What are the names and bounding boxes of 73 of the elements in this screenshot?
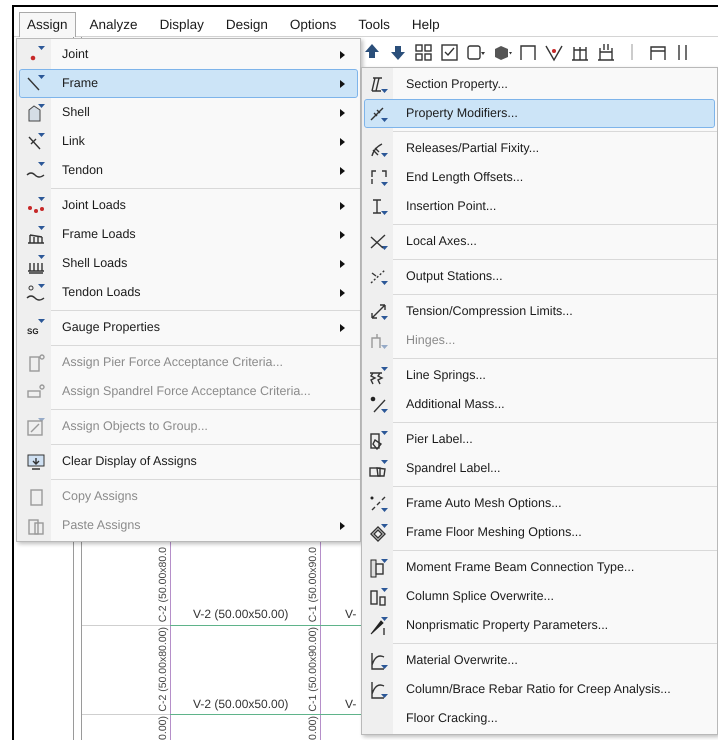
wave-icon: [26, 160, 46, 180]
menu-item[interactable]: Additional Mass...: [364, 390, 715, 419]
splice-icon: [369, 586, 389, 606]
spring-icon: [369, 366, 389, 386]
menu-item[interactable]: Nonprismatic Property Parameters...: [364, 611, 715, 640]
monitor-icon: [26, 452, 46, 472]
point-load-icon: [26, 196, 46, 216]
menu-item[interactable]: SG Gauge Properties: [19, 313, 358, 342]
menu-item[interactable]: Frame Floor Meshing Options...: [364, 518, 715, 547]
menu-item[interactable]: Joint: [19, 40, 358, 69]
column-label: C-1 (50.00x90.00): [307, 627, 319, 712]
menu-bar-item[interactable]: Design: [218, 12, 276, 37]
menu-item[interactable]: Tendon Loads: [19, 278, 358, 307]
menu-item[interactable]: Material Overwrite...: [364, 646, 715, 675]
menu-item[interactable]: End Length Offsets...: [364, 163, 715, 192]
menu-item[interactable]: Frame Loads: [19, 220, 358, 249]
menu-item[interactable]: Pier Label...: [364, 425, 715, 454]
beam-label: V-: [345, 607, 356, 621]
menu-item[interactable]: Moment Frame Beam Connection Type...: [364, 553, 715, 582]
menu-item[interactable]: Tension/Compression Limits...: [364, 297, 715, 326]
stress-curve-icon: [369, 650, 389, 670]
menu-item[interactable]: Joint Loads: [19, 191, 358, 220]
label-icon: [369, 458, 389, 478]
load-frame-icon[interactable]: [596, 42, 617, 62]
menu-item[interactable]: Insertion Point...: [364, 192, 715, 221]
menu-item[interactable]: Clear Display of Assigns: [19, 447, 358, 476]
column-label: C-2 (50.00x80.00): [157, 627, 169, 712]
group-icon: [26, 416, 46, 436]
diamond-icon: [369, 522, 389, 542]
frame-load-icon: [26, 224, 46, 244]
menu-item[interactable]: Spandrel Label...: [364, 454, 715, 483]
column-label: C-1 (50.00x90.0: [307, 546, 319, 622]
menu-bar-item[interactable]: Assign: [19, 12, 76, 37]
menu-item[interactable]: Floor Cracking...: [364, 704, 715, 733]
menu-item[interactable]: Line Springs...: [364, 361, 715, 390]
menu-item[interactable]: Shell: [19, 98, 358, 127]
menu-item[interactable]: Section Property...: [364, 70, 715, 99]
menu-bar-item[interactable]: Display: [152, 12, 212, 37]
panel-icon: [26, 102, 46, 122]
menu-item[interactable]: Link: [19, 127, 358, 156]
taper-icon: [369, 616, 389, 636]
connection-icon: [369, 558, 389, 578]
beam-label: V-2 (50.00x50.00): [193, 607, 288, 621]
menu-item[interactable]: Output Stations...: [364, 262, 715, 291]
column-label: 0.00): [307, 716, 319, 740]
menu-item[interactable]: Local Axes...: [364, 227, 715, 256]
wave-load-icon: [26, 282, 46, 302]
stress-curve-icon: [369, 680, 389, 700]
menu-item[interactable]: Column/Brace Rebar Ratio for Creep Analysis...: [364, 675, 715, 704]
mass-icon: [369, 394, 389, 414]
axes-icon: [369, 232, 389, 252]
menu-item[interactable]: Shell Loads: [19, 249, 358, 278]
bracket-icon: [369, 168, 389, 188]
menu-item[interactable]: Frame: [19, 69, 358, 98]
menu-item[interactable]: Property Modifiers...: [364, 99, 715, 128]
column-label: 0.00): [157, 716, 169, 740]
menu-item[interactable]: Releases/Partial Fixity...: [364, 134, 715, 163]
menu-bar-item[interactable]: Options: [282, 12, 344, 37]
mesh-line-icon: [369, 494, 389, 514]
double-arrow-icon: [369, 302, 389, 322]
menu-bar-item[interactable]: Help: [404, 12, 448, 37]
menu-item[interactable]: Tendon: [19, 156, 358, 185]
area-load-icon: [26, 254, 46, 274]
column-label: C-2 (50.00x80.0: [157, 546, 169, 622]
link-icon: [26, 132, 46, 152]
menu-bar-item[interactable]: Tools: [350, 12, 398, 37]
section-icon: [369, 74, 389, 94]
beam-label: V-: [345, 697, 356, 711]
menu-item[interactable]: Column Splice Overwrite...: [364, 582, 715, 611]
menu-bar-item[interactable]: Analyze: [82, 12, 146, 37]
beam-label: V-2 (50.00x50.00): [193, 697, 288, 711]
label-icon: [369, 430, 389, 450]
menu-item[interactable]: Frame Auto Mesh Options...: [364, 489, 715, 518]
